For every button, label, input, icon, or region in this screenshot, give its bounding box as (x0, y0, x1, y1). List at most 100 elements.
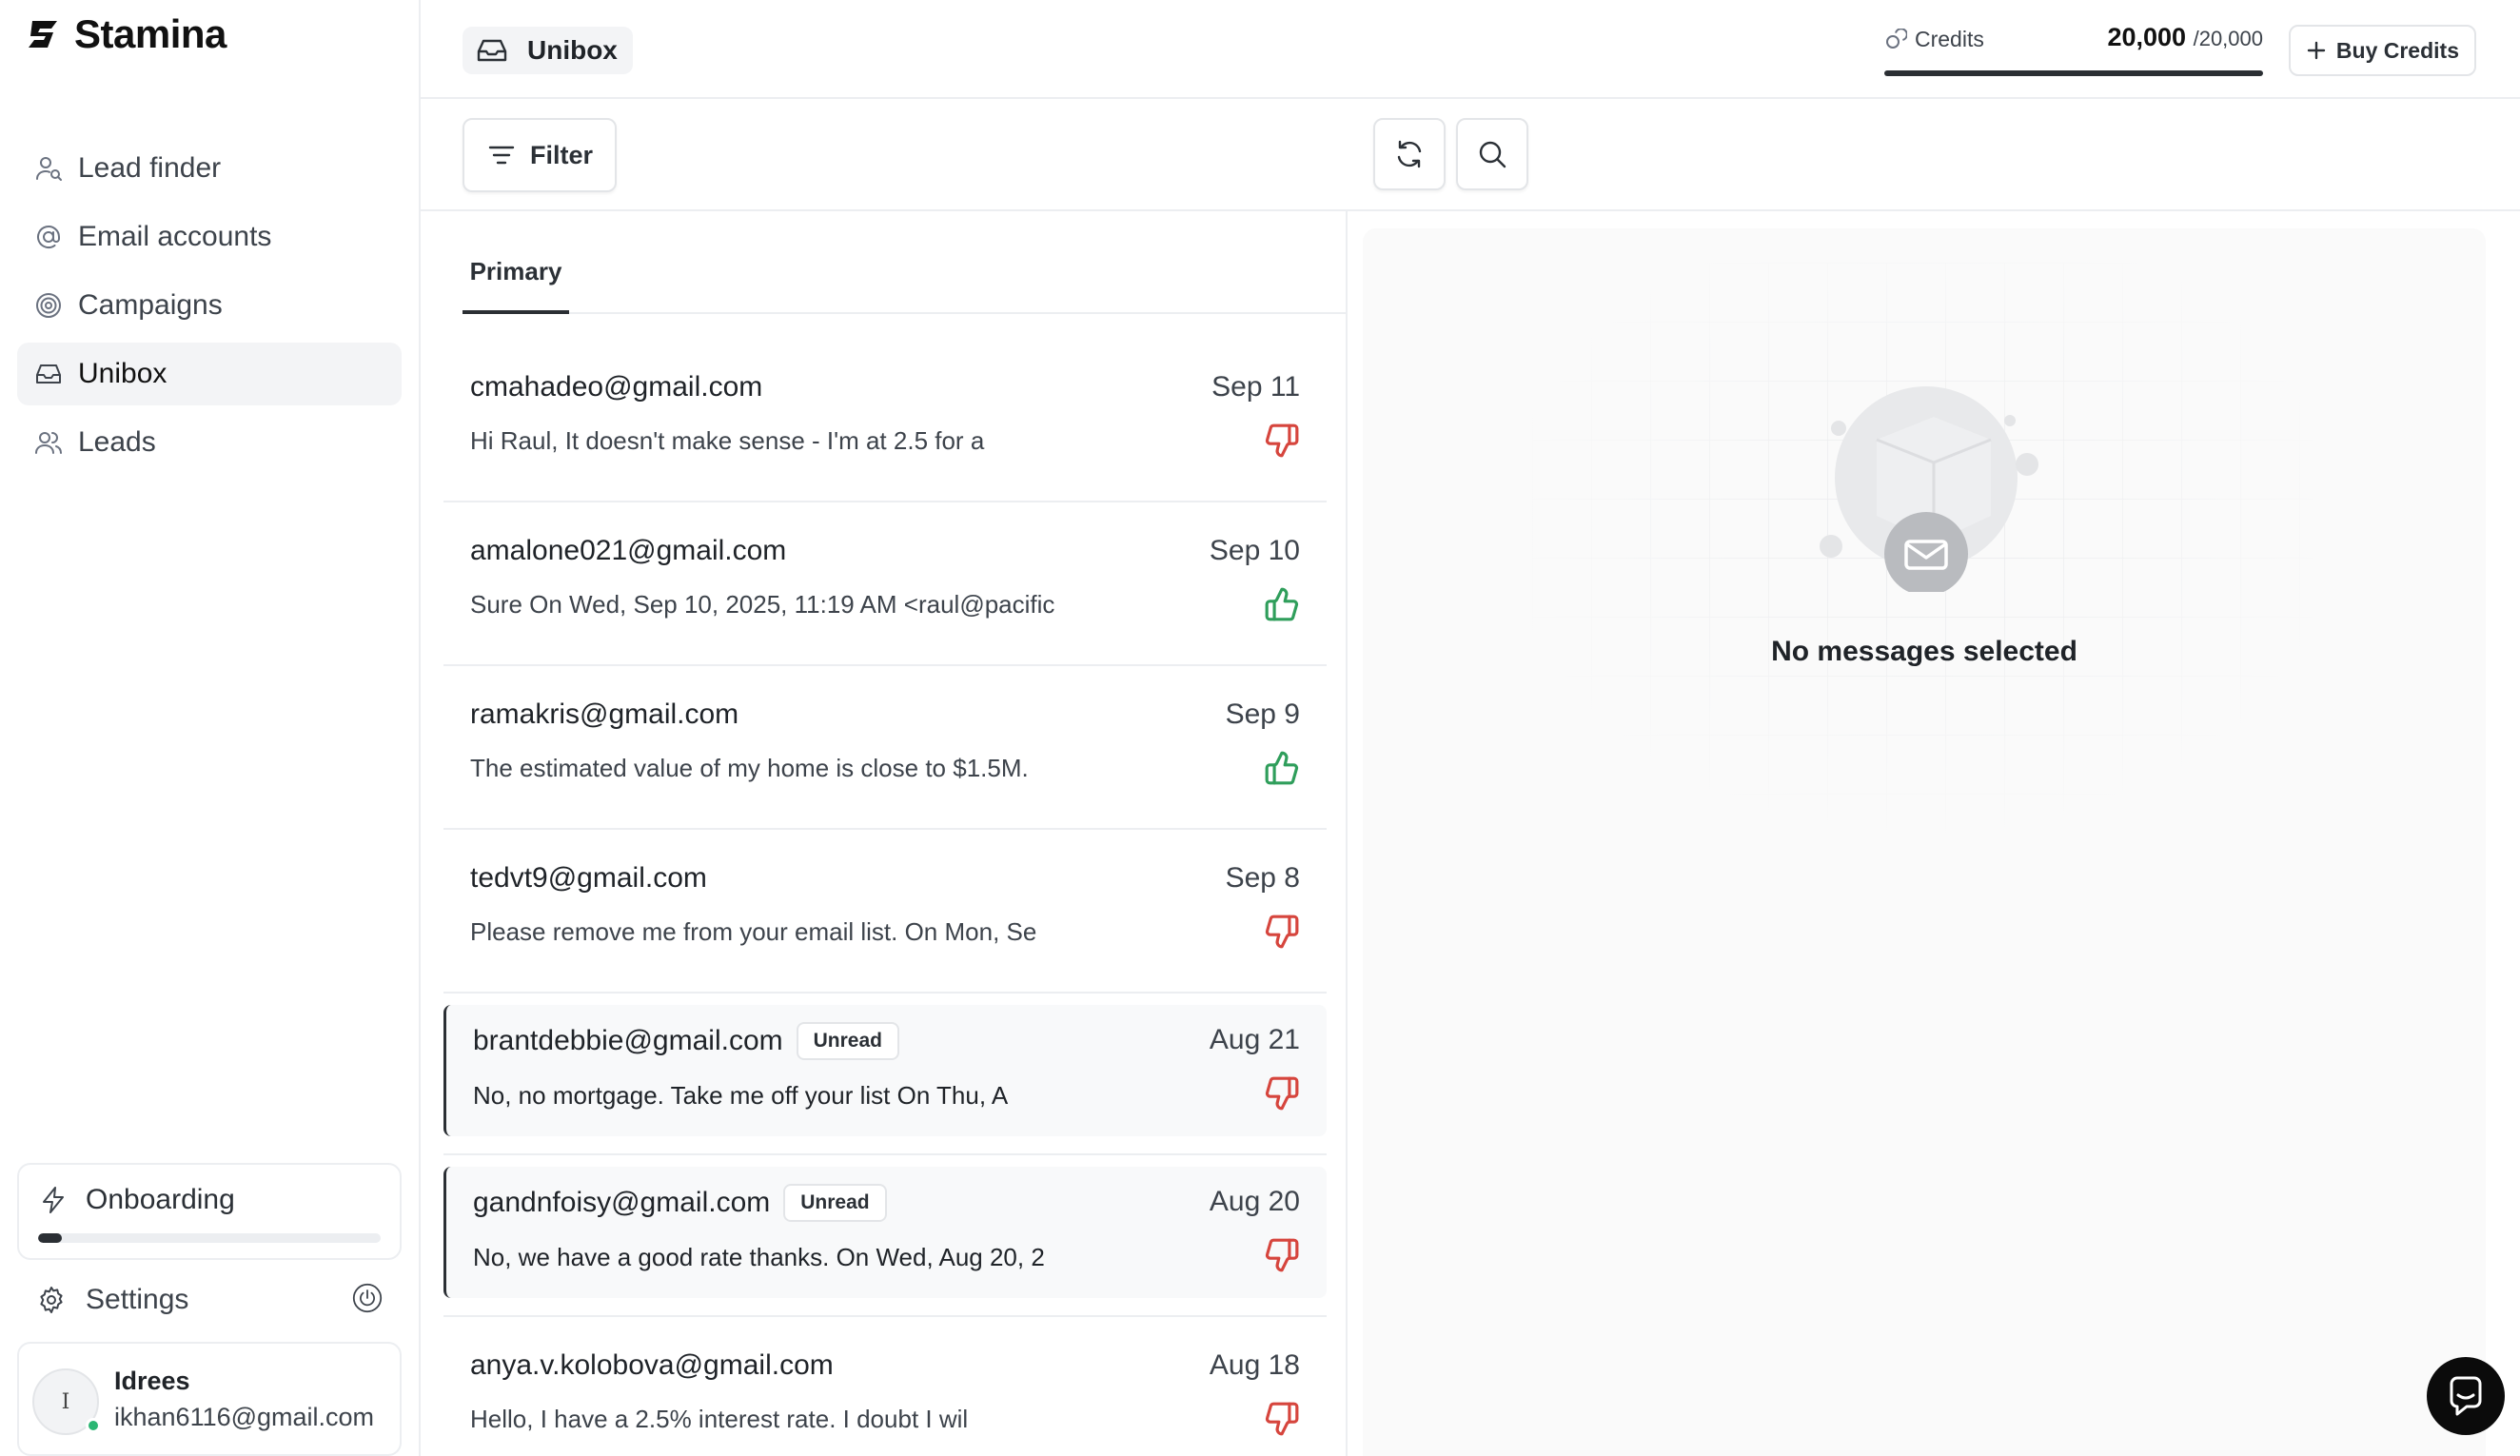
page-title-chip: Unibox (463, 27, 633, 74)
credits-label: Credits (1915, 27, 1984, 51)
onboarding-card[interactable]: Onboarding (17, 1163, 402, 1260)
at-sign-icon (37, 226, 60, 248)
refresh-icon (1397, 140, 1422, 168)
chat-icon (2450, 1376, 2482, 1416)
thumbs-down-icon[interactable] (1264, 1401, 1300, 1437)
thumbs-down-icon[interactable] (1264, 423, 1300, 459)
email-sender: ramakris@gmail.com (470, 698, 738, 731)
email-date: Sep 9 (1225, 698, 1300, 730)
top-bar: Unibox Credits 20,000 /20,000 Buy Credit… (421, 0, 2520, 99)
email-sender: tedvt9@gmail.com (470, 862, 707, 895)
email-preview: Please remove me from your email list. O… (470, 917, 1037, 946)
onboarding-label: Onboarding (86, 1184, 235, 1215)
buy-credits-button[interactable]: Buy Credits (2288, 25, 2476, 76)
onboarding-progress (38, 1233, 381, 1243)
sidebar-item-leads[interactable]: Leads (17, 411, 402, 474)
filter-button[interactable]: Filter (463, 118, 617, 192)
tab-bar: Primary (463, 211, 1346, 314)
sidebar-item-unibox[interactable]: Unibox (17, 343, 402, 405)
email-preview: Hello, I have a 2.5% interest rate. I do… (470, 1405, 969, 1433)
credits-bar-fill (1884, 70, 2263, 76)
email-list-pane: Primary cmahadeo@gmail.com Sep 11 Hi Rau… (421, 211, 1348, 1456)
sidebar: Stamina Lead finder Email accounts Campa… (0, 0, 421, 1456)
refresh-button[interactable] (1373, 118, 1446, 190)
search-button[interactable] (1456, 118, 1528, 190)
target-icon (36, 293, 61, 318)
email-date: Sep 11 (1211, 371, 1300, 403)
email-date: Sep 10 (1209, 535, 1300, 566)
settings-item[interactable]: Settings (36, 1277, 383, 1323)
email-preview: Hi Raul, It doesn't make sense - I'm at … (470, 426, 985, 455)
email-preview: No, we have a good rate thanks. On Wed, … (473, 1243, 1045, 1271)
email-list-item[interactable]: anya.v.kolobova@gmail.com Aug 18 Hello, … (443, 1317, 1327, 1456)
inbox-icon (36, 364, 61, 384)
email-date: Aug 21 (1209, 1024, 1300, 1055)
thumbs-up-icon[interactable] (1264, 750, 1300, 786)
email-list: cmahadeo@gmail.com Sep 11 Hi Raul, It do… (443, 339, 1327, 1456)
email-sender-address: anya.v.kolobova@gmail.com (470, 1349, 834, 1381)
credits-value: 20,000 /20,000 (2107, 23, 2263, 52)
search-icon (1479, 141, 1506, 168)
email-list-item[interactable]: ramakris@gmail.com Sep 9 The estimated v… (443, 666, 1327, 830)
user-email: ikhan6116@gmail.com (114, 1403, 375, 1431)
email-list-item[interactable]: cmahadeo@gmail.com Sep 11 Hi Raul, It do… (443, 339, 1327, 502)
lightning-icon (43, 1187, 64, 1213)
toolbar: Filter (421, 99, 2520, 211)
email-preview: No, no mortgage. Take me off your list O… (473, 1081, 1009, 1110)
email-list-item[interactable]: amalone021@gmail.com Sep 10 Sure On Wed,… (443, 502, 1327, 666)
app-name: Stamina (74, 11, 226, 56)
sidebar-item-label: Lead finder (78, 152, 222, 184)
user-search-icon (36, 157, 62, 181)
email-list-item[interactable]: tedvt9@gmail.com Sep 8 Please remove me … (443, 830, 1327, 994)
list-divider (443, 1136, 1327, 1155)
email-sender: amalone021@gmail.com (470, 535, 786, 567)
sidebar-item-lead-finder[interactable]: Lead finder (17, 137, 402, 200)
email-list-item-unread[interactable]: gandnfoisy@gmail.com Unread Aug 20 No, w… (443, 1167, 1327, 1298)
unread-badge: Unread (796, 1022, 899, 1060)
tab-primary[interactable]: Primary (463, 257, 569, 314)
power-icon[interactable] (352, 1283, 383, 1313)
sidebar-item-label: Leads (78, 426, 156, 458)
filter-label: Filter (529, 140, 593, 169)
email-list-item-unread[interactable]: brantdebbie@gmail.com Unread Aug 21 No, … (443, 1005, 1327, 1136)
credits-current: 20,000 (2107, 23, 2187, 51)
settings-label: Settings (86, 1284, 189, 1315)
users-icon (35, 432, 62, 454)
filter-icon (488, 146, 515, 165)
email-preview: Sure On Wed, Sep 10, 2025, 11:19 AM <rau… (470, 590, 1055, 619)
email-sender-address: brantdebbie@gmail.com (473, 1025, 783, 1056)
empty-inbox-illustration (1820, 386, 2038, 592)
online-status-dot (86, 1418, 101, 1433)
thumbs-down-icon[interactable] (1264, 1075, 1300, 1112)
email-sender-address: amalone021@gmail.com (470, 535, 787, 566)
email-sender-address: tedvt9@gmail.com (470, 862, 707, 894)
sidebar-item-campaigns[interactable]: Campaigns (17, 274, 402, 337)
email-sender-address: ramakris@gmail.com (470, 698, 739, 730)
email-date: Sep 8 (1225, 862, 1300, 894)
thumbs-down-icon[interactable] (1264, 1237, 1300, 1273)
credits-bar (1884, 70, 2263, 76)
list-divider (443, 1298, 1327, 1317)
app-logo[interactable]: Stamina (25, 11, 226, 57)
message-preview-pane: No messages selected (1363, 228, 2486, 1456)
chat-widget-button[interactable] (2427, 1357, 2505, 1435)
email-sender: gandnfoisy@gmail.com Unread (473, 1184, 887, 1222)
email-sender-address: gandnfoisy@gmail.com (473, 1187, 771, 1218)
gear-icon (40, 1287, 63, 1313)
stamina-logo-icon (29, 21, 57, 48)
user-card[interactable]: I Idrees ikhan6116@gmail.com (17, 1342, 402, 1456)
buy-credits-label: Buy Credits (2335, 37, 2459, 63)
coins-icon (1886, 28, 1907, 49)
credits-total: /20,000 (2193, 27, 2263, 50)
thumbs-up-icon[interactable] (1264, 586, 1300, 622)
onboarding-progress-fill (38, 1233, 63, 1243)
thumbs-down-icon[interactable] (1264, 914, 1300, 950)
sidebar-item-label: Unibox (78, 358, 167, 389)
email-preview: The estimated value of my home is close … (470, 754, 1029, 782)
email-sender: cmahadeo@gmail.com (470, 371, 762, 403)
sidebar-item-email-accounts[interactable]: Email accounts (17, 206, 402, 268)
email-date: Aug 20 (1209, 1186, 1300, 1217)
page-title: Unibox (527, 35, 618, 65)
email-sender: brantdebbie@gmail.com Unread (473, 1022, 899, 1060)
email-sender: anya.v.kolobova@gmail.com (470, 1349, 834, 1382)
